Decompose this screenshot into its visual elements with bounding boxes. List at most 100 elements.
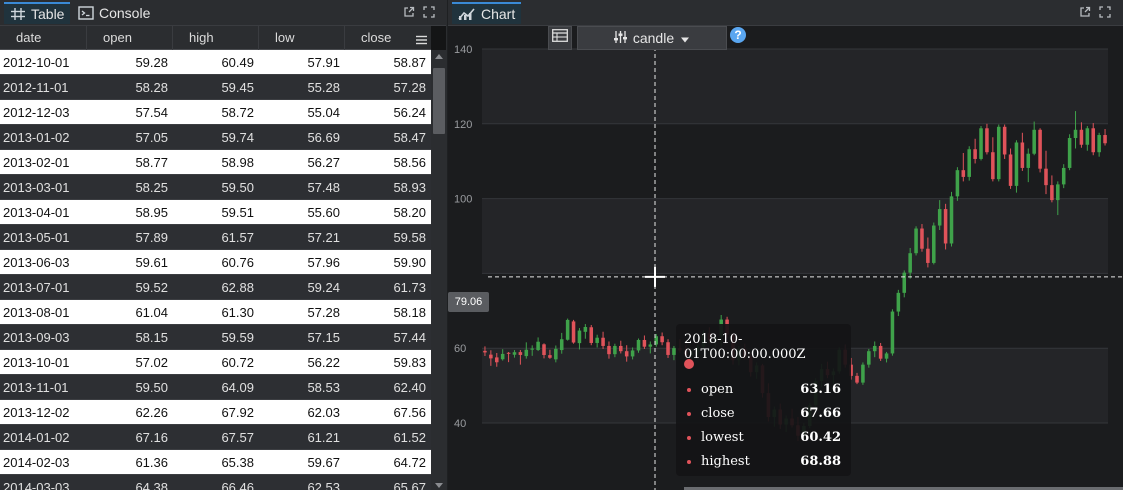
table-cell-date: 2012-11-01 bbox=[3, 80, 69, 95]
maximize-icon[interactable] bbox=[423, 6, 435, 18]
chart-plot-area[interactable]: 140 120 100 60 40 79.06 2018-10-01T00:00:00.… bbox=[448, 26, 1123, 490]
scroll-down-arrow-icon[interactable] bbox=[435, 483, 443, 488]
chart-popout-icon[interactable] bbox=[1079, 6, 1091, 18]
chart-panel: Chart 140 120 100 60 40 79.06 2018-10-01T00:… bbox=[448, 0, 1123, 490]
table-row[interactable]: 2013-06-03 59.61 60.76 57.96 59.90 bbox=[0, 250, 431, 275]
column-header-open[interactable]: open bbox=[86, 26, 172, 50]
table-row[interactable]: 2012-11-01 58.28 59.45 55.28 57.28 bbox=[0, 75, 431, 100]
table-cell-open: 67.16 bbox=[135, 430, 168, 445]
candle-body bbox=[985, 128, 989, 153]
table-row[interactable]: 2012-12-03 57.54 58.72 55.04 56.24 bbox=[0, 100, 431, 125]
chart-type-select[interactable]: candle bbox=[577, 26, 727, 50]
table-view-button[interactable] bbox=[548, 26, 572, 50]
grid-band bbox=[482, 198, 1108, 274]
table-row[interactable]: 2014-03-03 64.38 66.46 62.53 65.67 bbox=[0, 475, 431, 490]
table-cell-date: 2012-12-03 bbox=[3, 105, 70, 120]
table-cell-high: 59.50 bbox=[221, 180, 254, 195]
table-cell-low: 55.04 bbox=[307, 105, 340, 120]
table-cell-open: 62.26 bbox=[135, 405, 168, 420]
tooltip-title: 2018-10-01T00:00:00.000Z bbox=[684, 332, 806, 362]
table-cell-low: 55.28 bbox=[307, 80, 340, 95]
table-row[interactable]: 2014-01-02 67.16 67.57 61.21 61.52 bbox=[0, 425, 431, 450]
table-tabbar: Table Console bbox=[0, 0, 446, 26]
table-cell-open: 59.52 bbox=[135, 280, 168, 295]
table-row[interactable]: 2013-03-01 58.25 59.50 57.48 58.93 bbox=[0, 175, 431, 200]
table-row[interactable]: 2013-02-01 58.77 58.98 56.27 58.56 bbox=[0, 150, 431, 175]
candle-body bbox=[506, 352, 511, 354]
candle-body bbox=[589, 327, 594, 343]
table-body: 2012-10-01 59.28 60.49 57.91 58.87 2012-11-01… bbox=[0, 50, 431, 490]
help-icon[interactable]: ? bbox=[730, 27, 746, 43]
column-header-low[interactable]: low bbox=[258, 26, 344, 50]
candle-body bbox=[624, 351, 629, 357]
tab-table[interactable]: Table bbox=[4, 2, 71, 24]
table-cell-close: 59.58 bbox=[393, 230, 426, 245]
grid-band bbox=[482, 49, 1108, 124]
crosshair-price-label: 79.06 bbox=[448, 292, 489, 312]
table-row[interactable]: 2012-10-01 59.28 60.49 57.91 58.87 bbox=[0, 50, 431, 75]
scroll-up-arrow-icon[interactable] bbox=[435, 54, 443, 59]
terminal-icon bbox=[78, 6, 94, 20]
candle-body bbox=[1014, 142, 1019, 186]
column-header-high[interactable]: high bbox=[172, 26, 258, 50]
candle-body bbox=[861, 364, 865, 383]
chart-maximize-icon[interactable] bbox=[1099, 6, 1111, 18]
table-cell-close: 58.56 bbox=[393, 155, 426, 170]
table-cell-close: 58.20 bbox=[393, 205, 426, 220]
chart-icon bbox=[458, 7, 476, 21]
table-row[interactable]: 2013-04-01 58.95 59.51 55.60 58.20 bbox=[0, 200, 431, 225]
candle-body bbox=[660, 336, 664, 343]
column-header-date[interactable]: date bbox=[0, 26, 86, 50]
candle-body bbox=[595, 337, 599, 343]
table-cell-close: 58.93 bbox=[393, 180, 426, 195]
table-cell-date: 2013-04-01 bbox=[3, 205, 70, 220]
table-cell-high: 59.45 bbox=[221, 80, 254, 95]
table-cell-open: 57.54 bbox=[135, 105, 168, 120]
candle-body bbox=[524, 349, 529, 357]
table-cell-low: 57.48 bbox=[307, 180, 340, 195]
candle-body bbox=[878, 345, 883, 359]
table-cell-high: 64.09 bbox=[221, 380, 254, 395]
table-row[interactable]: 2013-12-02 62.26 67.92 62.03 67.56 bbox=[0, 400, 431, 425]
candle-body bbox=[1079, 129, 1084, 145]
scrollbar-thumb[interactable] bbox=[433, 68, 445, 134]
candle-body bbox=[1091, 128, 1096, 153]
candle-body bbox=[884, 353, 889, 359]
table-cell-high: 60.72 bbox=[221, 355, 254, 370]
candle-body bbox=[896, 292, 901, 312]
table-row[interactable]: 2013-11-01 59.50 64.09 58.53 62.40 bbox=[0, 375, 431, 400]
table-cell-low: 57.15 bbox=[307, 330, 340, 345]
y-tick-label: 140 bbox=[454, 44, 472, 56]
candle-body bbox=[991, 152, 995, 180]
table-row[interactable]: 2013-07-01 59.52 62.88 59.24 61.73 bbox=[0, 275, 431, 300]
candle-body bbox=[554, 348, 558, 360]
table-row[interactable]: 2013-05-01 57.89 61.57 57.21 59.58 bbox=[0, 225, 431, 250]
table-panel: Table Console date open high low close 2… bbox=[0, 0, 447, 490]
popout-icon[interactable] bbox=[403, 6, 415, 18]
tab-chart[interactable]: Chart bbox=[452, 2, 522, 24]
tab-table-label: Table bbox=[31, 6, 65, 22]
table-cell-high: 60.49 bbox=[221, 55, 254, 70]
table-row[interactable]: 2013-09-03 58.15 59.59 57.15 57.44 bbox=[0, 325, 431, 350]
table-cell-open: 59.28 bbox=[135, 55, 168, 70]
table-cell-close: 61.52 bbox=[393, 430, 426, 445]
table-cell-low: 61.21 bbox=[307, 430, 340, 445]
table-cell-date: 2014-02-03 bbox=[3, 455, 70, 470]
tab-console[interactable]: Console bbox=[72, 2, 156, 24]
table-row[interactable]: 2014-02-03 61.36 65.38 59.67 64.72 bbox=[0, 450, 431, 475]
table-row[interactable]: 2013-10-01 57.02 60.72 56.22 59.83 bbox=[0, 350, 431, 375]
candle-body bbox=[967, 149, 971, 177]
table-cell-low: 62.53 bbox=[307, 480, 340, 490]
table-cell-low: 57.91 bbox=[307, 55, 340, 70]
column-menu-icon[interactable] bbox=[416, 32, 427, 50]
candle-body bbox=[601, 337, 605, 346]
table-scrollbar[interactable] bbox=[431, 50, 447, 490]
table-row[interactable]: 2013-01-02 57.05 59.74 56.69 58.47 bbox=[0, 125, 431, 150]
table-cell-low: 56.27 bbox=[307, 155, 340, 170]
chart-toolbar: candle bbox=[548, 26, 727, 50]
table-cell-low: 56.69 bbox=[307, 130, 340, 145]
table-row[interactable]: 2013-08-01 61.04 61.30 57.28 58.18 bbox=[0, 300, 431, 325]
candle-body bbox=[1097, 135, 1101, 153]
table-cell-close: 59.83 bbox=[393, 355, 426, 370]
candle-body bbox=[867, 351, 871, 365]
